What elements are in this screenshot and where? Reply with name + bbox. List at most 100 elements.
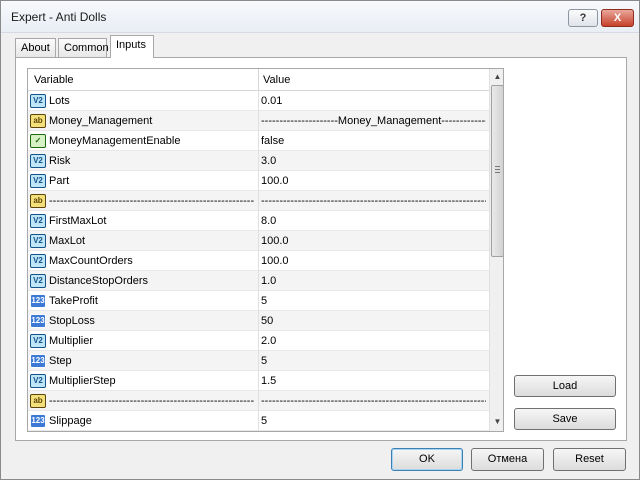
window-title: Expert - Anti Dolls	[11, 10, 107, 24]
parameter-name: FirstMaxLot	[49, 215, 107, 227]
grip-line	[495, 169, 500, 170]
tab-about[interactable]: About	[15, 38, 56, 58]
parameter-row[interactable]: V2 FirstMaxLot 8.0	[28, 211, 489, 231]
cancel-button[interactable]: Отмена	[471, 448, 544, 471]
parameter-value[interactable]: 100.0	[261, 235, 486, 247]
string-type-icon: ab	[30, 194, 46, 208]
parameter-name: Lots	[49, 95, 70, 107]
help-button[interactable]: ?	[568, 9, 598, 27]
cell-divider	[258, 331, 259, 351]
parameter-row[interactable]: ab --------------------------------------…	[28, 191, 489, 211]
close-button[interactable]: X	[601, 9, 634, 27]
parameter-name: Multiplier	[49, 335, 94, 347]
parameter-name: Money_Management	[49, 115, 153, 127]
parameter-name: MultiplierStep	[49, 375, 116, 387]
grid-header: Variable Value	[28, 69, 489, 91]
parameter-value[interactable]: 2.0	[261, 335, 486, 347]
parameter-value[interactable]: 0.01	[261, 95, 486, 107]
scroll-thumb[interactable]	[491, 85, 503, 257]
cell-divider	[258, 111, 259, 131]
parameter-value[interactable]: 5	[261, 355, 486, 367]
cell-divider	[258, 151, 259, 171]
cell-divider	[258, 91, 259, 111]
double-type-icon: V2	[30, 274, 46, 288]
parameter-value[interactable]: ---------------------Money_Management---…	[261, 115, 486, 127]
parameter-name: MaxLot	[49, 235, 86, 247]
column-header-variable[interactable]: Variable	[34, 74, 74, 86]
parameter-row[interactable]: V2 DistanceStopOrders 1.0	[28, 271, 489, 291]
cell-divider	[258, 311, 259, 331]
parameter-row[interactable]: V2 MultiplierStep 1.5	[28, 371, 489, 391]
parameter-value[interactable]: false	[261, 135, 486, 147]
double-type-icon: V2	[30, 214, 46, 228]
parameter-name: ----------------------------------------…	[49, 395, 254, 407]
string-type-icon: ab	[30, 114, 46, 128]
parameter-row[interactable]: V2 Lots 0.01	[28, 91, 489, 111]
parameter-name: Slippage	[49, 415, 92, 427]
load-button[interactable]: Load	[514, 375, 616, 397]
parameter-value[interactable]: ----------------------------------------…	[261, 195, 486, 207]
grid-rows: V2 Lots 0.01 ab Money_Management ------------…	[28, 91, 489, 431]
parameter-row[interactable]: 123 Step 5	[28, 351, 489, 371]
title-bar[interactable]: Expert - Anti Dolls ? X	[1, 1, 639, 33]
vertical-scrollbar[interactable]: ▲ ▼	[489, 69, 503, 431]
grip-line	[495, 166, 500, 167]
parameter-value[interactable]: 3.0	[261, 155, 486, 167]
scroll-down-icon[interactable]: ▼	[491, 415, 503, 429]
parameter-value[interactable]: 5	[261, 295, 486, 307]
integer-type-icon: 123	[30, 294, 46, 308]
parameter-value[interactable]: 100.0	[261, 175, 486, 187]
parameter-value[interactable]: 100.0	[261, 255, 486, 267]
column-header-value[interactable]: Value	[263, 74, 290, 86]
cell-divider	[258, 391, 259, 411]
parameter-name: MaxCountOrders	[49, 255, 133, 267]
parameter-row[interactable]: 123 Slippage 5	[28, 411, 489, 431]
parameter-row[interactable]: 123 TakeProfit 5	[28, 291, 489, 311]
integer-type-icon: 123	[30, 314, 46, 328]
scroll-up-icon[interactable]: ▲	[491, 70, 503, 84]
integer-type-icon: 123	[30, 354, 46, 368]
parameter-value[interactable]: 1.0	[261, 275, 486, 287]
grip-line	[495, 172, 500, 173]
parameter-name: DistanceStopOrders	[49, 275, 149, 287]
save-button[interactable]: Save	[514, 408, 616, 430]
cell-divider	[258, 291, 259, 311]
parameter-row[interactable]: V2 MaxLot 100.0	[28, 231, 489, 251]
inputs-panel: Variable Value V2 Lots 0.01 ab Money_Managem…	[15, 57, 627, 441]
double-type-icon: V2	[30, 234, 46, 248]
double-type-icon: V2	[30, 374, 46, 388]
parameter-value[interactable]: 5	[261, 415, 486, 427]
cell-divider	[258, 211, 259, 231]
parameter-row[interactable]: ✓ MoneyManagementEnable false	[28, 131, 489, 151]
tab-common[interactable]: Common	[58, 38, 109, 58]
double-type-icon: V2	[30, 174, 46, 188]
parameter-row[interactable]: ab Money_Management ---------------------M…	[28, 111, 489, 131]
column-divider[interactable]	[258, 69, 259, 91]
expert-properties-dialog: Expert - Anti Dolls ? X About Common Inp…	[0, 0, 640, 480]
bool-type-icon: ✓	[30, 134, 46, 148]
reset-button[interactable]: Reset	[553, 448, 626, 471]
tab-inputs[interactable]: Inputs	[110, 35, 154, 58]
parameter-row[interactable]: V2 Risk 3.0	[28, 151, 489, 171]
parameter-value[interactable]: 50	[261, 315, 486, 327]
double-type-icon: V2	[30, 254, 46, 268]
parameter-name: Risk	[49, 155, 71, 167]
cell-divider	[258, 171, 259, 191]
parameter-row[interactable]: V2 Multiplier 2.0	[28, 331, 489, 351]
cell-divider	[258, 351, 259, 371]
parameter-row[interactable]: V2 MaxCountOrders 100.0	[28, 251, 489, 271]
ok-button[interactable]: OK	[391, 448, 463, 471]
inputs-grid: Variable Value V2 Lots 0.01 ab Money_Managem…	[27, 68, 504, 432]
cell-divider	[258, 411, 259, 431]
parameter-value[interactable]: ----------------------------------------…	[261, 395, 486, 407]
cell-divider	[258, 231, 259, 251]
parameter-value[interactable]: 8.0	[261, 215, 486, 227]
cell-divider	[258, 191, 259, 211]
cell-divider	[258, 131, 259, 151]
string-type-icon: ab	[30, 394, 46, 408]
parameter-row[interactable]: V2 Part 100.0	[28, 171, 489, 191]
integer-type-icon: 123	[30, 414, 46, 428]
parameter-row[interactable]: ab --------------------------------------…	[28, 391, 489, 411]
parameter-value[interactable]: 1.5	[261, 375, 486, 387]
parameter-row[interactable]: 123 StopLoss 50	[28, 311, 489, 331]
